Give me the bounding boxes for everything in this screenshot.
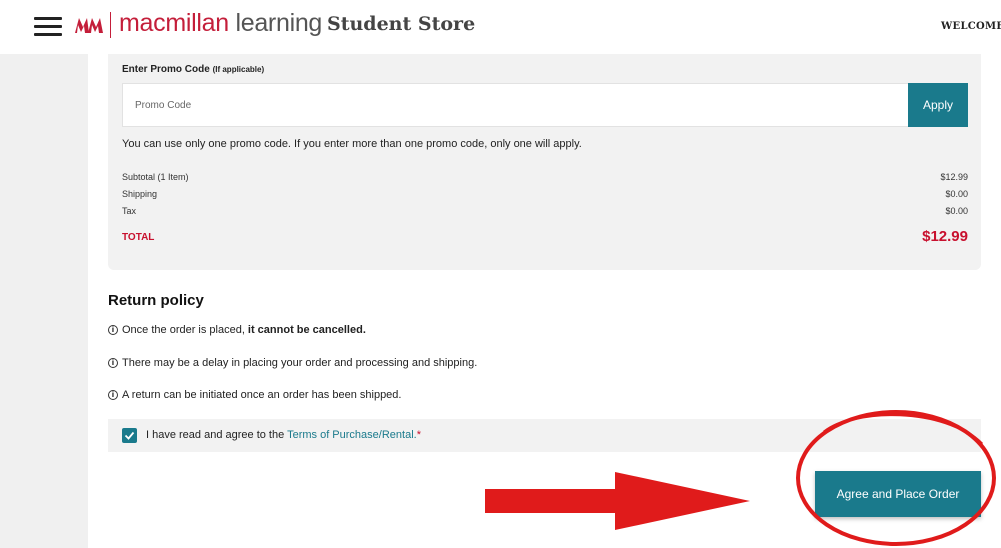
info-icon: i (108, 325, 118, 335)
hamburger-bar (34, 17, 62, 20)
red-circle-annotation-icon (796, 410, 996, 546)
agree-prefix: I have read and agree to the (146, 429, 288, 441)
promo-code-label: Enter Promo Code (If applicable) (122, 64, 264, 75)
policy-line-cancel: i Once the order is placed, it cannot be… (108, 324, 366, 336)
shipping-label: Shipping (122, 189, 158, 199)
promo-label-hint: (If applicable) (212, 65, 265, 74)
return-policy-title: Return policy (108, 292, 204, 309)
red-arrow-annotation-icon (485, 472, 750, 530)
tax-label: Tax (122, 206, 137, 216)
terms-of-purchase-link[interactable]: Terms of Purchase/Rental. (287, 429, 417, 441)
policy-line-1-bold: it cannot be cancelled. (247, 324, 366, 336)
brand-name[interactable]: macmillan learning (119, 9, 322, 38)
tax-value: $0.00 (945, 206, 968, 216)
welcome-user-menu[interactable]: WELCOME V (941, 21, 1001, 32)
promo-note: You can use only one promo code. If you … (122, 138, 582, 150)
promo-code-input[interactable] (122, 83, 908, 127)
checkmark-icon (124, 431, 135, 440)
total-value: $12.99 (922, 228, 968, 245)
brand-secondary: learning (228, 9, 323, 37)
required-asterisk: * (416, 429, 421, 441)
logo-divider (110, 12, 111, 38)
subtotal-label: Subtotal (1 Item) (122, 172, 189, 182)
policy-line-2-text: There may be a delay in placing your ord… (122, 357, 478, 369)
top-header: macmillan learning Student Store WELCOME… (0, 0, 1001, 54)
policy-line-1-text: Once the order is placed, (122, 324, 245, 336)
terms-checkbox[interactable] (122, 428, 137, 443)
brand-primary: macmillan (119, 9, 229, 37)
hamburger-menu-icon[interactable] (34, 16, 62, 38)
terms-agreement-text: I have read and agree to the Terms of Pu… (146, 429, 421, 441)
promo-label-text: Enter Promo Code (122, 64, 210, 75)
left-gutter (0, 54, 88, 548)
shipping-value: $0.00 (945, 189, 968, 199)
store-title: Student Store (327, 13, 476, 35)
subtotal-value: $12.99 (940, 172, 968, 182)
hamburger-bar (34, 25, 62, 28)
apply-promo-button[interactable]: Apply (908, 83, 968, 127)
order-summary-card: Enter Promo Code (If applicable) Apply Y… (108, 54, 981, 270)
info-icon: i (108, 358, 118, 368)
hamburger-bar (34, 33, 62, 36)
macmillan-logo-icon[interactable] (74, 13, 104, 37)
total-label: TOTAL (122, 232, 155, 243)
info-icon: i (108, 390, 118, 400)
policy-line-return: i A return can be initiated once an orde… (108, 389, 401, 401)
policy-line-3-text: A return can be initiated once an order … (122, 389, 402, 401)
policy-line-delay: i There may be a delay in placing your o… (108, 357, 477, 369)
